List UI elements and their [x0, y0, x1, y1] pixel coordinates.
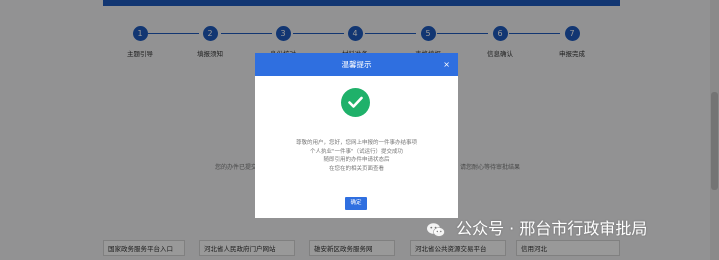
- dialog-message-line: 在您在的相关页面查看: [328, 165, 384, 172]
- confirm-button[interactable]: 确定: [345, 197, 367, 210]
- check-circle-icon: [341, 88, 370, 117]
- success-dialog: 温馨提示 × 尊敬的用户，您好，您网上申报的一件事办结事项 个人执业"一件事"（…: [255, 53, 458, 218]
- dialog-title: 温馨提示: [341, 60, 372, 69]
- close-icon[interactable]: ×: [443, 53, 450, 76]
- watermark-text: 公众号 · 邢台市行政审批局: [456, 219, 648, 238]
- wechat-logo-icon: [426, 220, 446, 237]
- wechat-watermark: 公众号 · 邢台市行政审批局: [426, 216, 647, 242]
- dialog-message-line: 尊敬的用户，您好，您网上申报的一件事办结事项: [295, 140, 417, 146]
- dialog-message-line: 随即引用的办件申请状态后: [323, 157, 390, 163]
- dialog-message-line: 个人执业"一件事"（试运行）提交成功: [309, 148, 404, 155]
- dialog-message: 尊敬的用户，您好，您网上申报的一件事办结事项 个人执业"一件事"（试运行）提交成…: [255, 139, 458, 173]
- dialog-header: 温馨提示 ×: [255, 53, 458, 76]
